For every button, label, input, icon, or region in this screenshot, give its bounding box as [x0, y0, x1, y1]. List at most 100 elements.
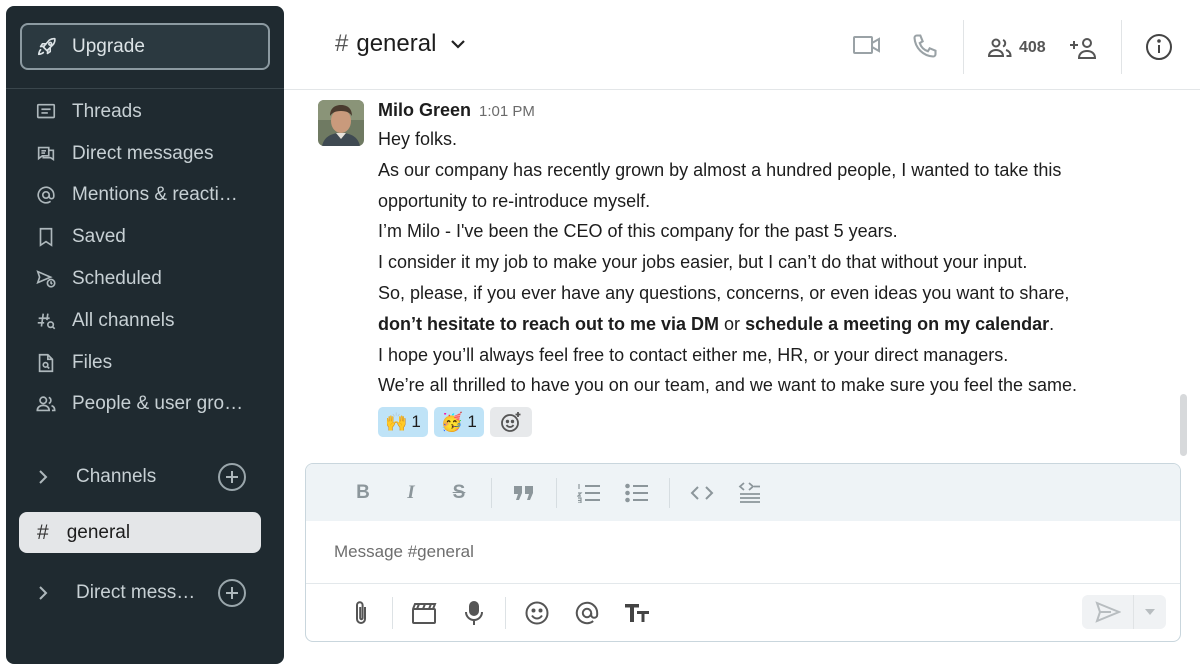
- code-block-icon: [738, 481, 760, 503]
- bookmark-icon: [34, 225, 58, 249]
- header-divider: [963, 20, 964, 74]
- bold-button[interactable]: B: [339, 478, 387, 508]
- reaction-party-face[interactable]: 🥳 1: [433, 407, 484, 438]
- file-search-icon: [34, 351, 58, 375]
- scrollbar[interactable]: [1180, 394, 1187, 456]
- hash-icon: #: [335, 30, 349, 57]
- sidebar-item-scheduled[interactable]: Scheduled: [6, 258, 284, 300]
- clapperboard-icon: [412, 602, 437, 624]
- video-camera-icon: [853, 36, 880, 54]
- reaction-count: 1: [467, 412, 477, 432]
- sidebar-item-label: Direct messages: [72, 142, 214, 164]
- send-control: [1082, 595, 1166, 629]
- video-call-button[interactable]: [852, 32, 882, 58]
- channel-header: # general 408: [284, 0, 1200, 90]
- sidebar-item-label: People & user gro…: [72, 393, 244, 415]
- message-line: I consider it my job to make your jobs e…: [378, 252, 1028, 273]
- sidebar-divider: [6, 88, 284, 89]
- toolbar-divider: [669, 477, 670, 508]
- people-icon: [987, 38, 1012, 57]
- direct-messages-label: Direct mess…: [76, 582, 196, 603]
- text-format-button[interactable]: [612, 596, 662, 630]
- mention-button[interactable]: [562, 596, 612, 630]
- message-header: Milo Green 1:01 PM: [378, 100, 1178, 124]
- sidebar-item-people[interactable]: People & user gro…: [6, 384, 284, 426]
- members-button[interactable]: 408: [987, 37, 1046, 59]
- message-line: opportunity to re-introduce myself.: [378, 190, 651, 211]
- code-button[interactable]: [678, 478, 726, 508]
- attach-file-button[interactable]: [336, 596, 386, 630]
- channel-info-button[interactable]: [1145, 33, 1173, 61]
- formatting-toolbar: B I S: [306, 464, 1180, 521]
- numbered-list-icon: [577, 483, 600, 503]
- sidebar-item-files[interactable]: Files: [6, 342, 284, 384]
- chevron-right-icon: [36, 585, 54, 601]
- message-line: I hope you’ll always feel free to contac…: [378, 344, 1009, 365]
- avatar[interactable]: [318, 100, 364, 146]
- channel-item-label: general: [66, 521, 131, 543]
- italic-icon: I: [407, 481, 415, 503]
- add-reaction-button[interactable]: [489, 407, 532, 438]
- add-member-button[interactable]: [1069, 36, 1099, 60]
- raised-hands-emoji: 🙌: [385, 411, 408, 432]
- emoji-icon: [525, 601, 549, 624]
- add-direct-message-button[interactable]: [218, 579, 246, 607]
- sidebar-item-threads[interactable]: Threads: [6, 91, 284, 133]
- sidebar-item-direct-messages[interactable]: Direct messages: [6, 133, 284, 175]
- message-composer: B I S: [305, 463, 1181, 642]
- toolbar-divider: [491, 477, 492, 508]
- quote-button[interactable]: [500, 478, 548, 508]
- plus-icon: [226, 471, 238, 483]
- video-message-button[interactable]: [399, 596, 449, 630]
- audio-call-button[interactable]: [911, 32, 939, 60]
- bold-icon: B: [356, 481, 370, 503]
- send-icon: [1094, 601, 1121, 623]
- reaction-raised-hands[interactable]: 🙌 1: [378, 407, 428, 438]
- message-timestamp[interactable]: 1:01 PM: [479, 103, 535, 120]
- channel-item-general[interactable]: # general: [19, 512, 261, 553]
- channel-title[interactable]: # general: [335, 30, 466, 58]
- voice-message-button[interactable]: [449, 596, 499, 630]
- chevron-down-icon: [450, 38, 466, 50]
- upgrade-button[interactable]: Upgrade: [20, 23, 270, 70]
- sidebar-nav: Threads Direct messages Mentions & react…: [6, 91, 284, 425]
- toolbar-divider: [556, 477, 557, 508]
- threads-icon: [34, 100, 58, 124]
- direct-messages-section[interactable]: Direct mess…: [6, 573, 284, 613]
- code-block-button[interactable]: [726, 478, 774, 508]
- sidebar-item-label: Saved: [72, 226, 126, 248]
- strikethrough-icon: S: [452, 481, 466, 503]
- chevron-right-icon: [36, 469, 54, 485]
- sidebar-item-label: All channels: [72, 309, 175, 331]
- sidebar-item-all-channels[interactable]: All channels: [6, 300, 284, 342]
- sidebar-item-label: Files: [72, 351, 113, 373]
- direct-messages-icon: [34, 142, 58, 166]
- message-input[interactable]: [334, 542, 1180, 562]
- hash-icon: #: [37, 520, 49, 544]
- italic-button[interactable]: I: [387, 478, 435, 508]
- add-channel-button[interactable]: [218, 463, 246, 491]
- code-icon: [690, 485, 714, 500]
- bulleted-list-icon: [625, 483, 648, 502]
- message-line: We’re all thrilled to have you on our te…: [378, 375, 1078, 396]
- bulleted-list-button[interactable]: [613, 478, 661, 508]
- sidebar-item-mentions[interactable]: Mentions & reacti…: [6, 175, 284, 217]
- message-line: As our company has recently grown by alm…: [378, 159, 1062, 180]
- sidebar-item-saved[interactable]: Saved: [6, 216, 284, 258]
- message-input-container: [306, 521, 1180, 584]
- channels-section[interactable]: Channels: [6, 457, 284, 497]
- composer-actions: [306, 584, 1180, 641]
- upgrade-label: Upgrade: [72, 35, 145, 57]
- channel-name: general: [356, 30, 437, 57]
- channel-search-icon: [34, 309, 58, 333]
- bold-text: schedule a meeting on my calendar: [745, 313, 1050, 334]
- message-author[interactable]: Milo Green: [378, 100, 471, 121]
- quote-icon: [514, 485, 533, 500]
- send-options-button[interactable]: [1134, 595, 1166, 629]
- at-icon: [34, 183, 58, 207]
- numbered-list-button[interactable]: [565, 478, 613, 508]
- emoji-button[interactable]: [512, 596, 562, 630]
- strikethrough-button[interactable]: S: [435, 478, 483, 508]
- send-button[interactable]: [1082, 595, 1134, 629]
- message-line: So, please, if you ever have any questio…: [378, 282, 1070, 303]
